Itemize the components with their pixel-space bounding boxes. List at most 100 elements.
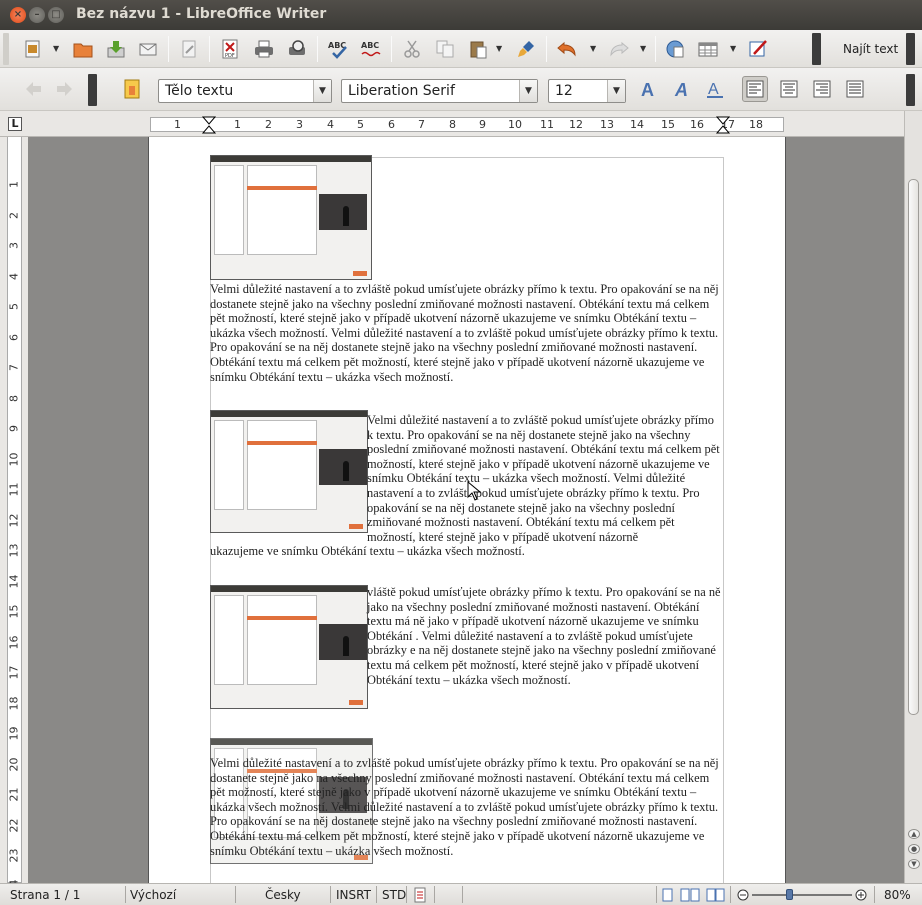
styles-hand-icon: [124, 79, 140, 99]
paste-button[interactable]: [465, 36, 491, 62]
hyperlink-button[interactable]: [662, 36, 688, 62]
italic-button[interactable]: A: [669, 76, 695, 102]
redo-dropdown[interactable]: ▼: [640, 36, 648, 62]
document-page[interactable]: Velmi důležité nastavení a to zvláště po…: [148, 137, 786, 883]
zoom-out-icon[interactable]: [737, 889, 749, 901]
selection-mode[interactable]: STD: [382, 888, 406, 902]
vertical-ruler-mark: 8: [7, 394, 21, 402]
show-draw-functions-button[interactable]: [745, 36, 771, 62]
vertical-ruler-mark: 21: [7, 787, 21, 802]
zoom-in-icon[interactable]: [855, 889, 867, 901]
scrollbar-thumb[interactable]: [908, 179, 919, 715]
ruler-strip[interactable]: [150, 117, 784, 132]
vertical-ruler-mark: 14: [7, 574, 21, 588]
svg-text:A: A: [708, 81, 719, 98]
justify-button[interactable]: [842, 76, 868, 102]
document-modified-icon[interactable]: [413, 887, 427, 903]
vertical-ruler-mark: 23: [7, 848, 21, 863]
export-pdf-button[interactable]: PDF: [217, 36, 243, 62]
ruler-mark: 15: [661, 118, 675, 131]
cut-button[interactable]: [399, 36, 425, 62]
vertical-ruler-mark: 9: [7, 425, 21, 432]
styles-formatting-button[interactable]: [119, 76, 145, 102]
toolbar-grip[interactable]: [3, 33, 9, 65]
clipboard-icon: [470, 41, 487, 59]
multi-page-view-icon[interactable]: [680, 888, 700, 902]
document-canvas[interactable]: Velmi důležité nastavení a to zvláště po…: [28, 137, 904, 883]
toolbar-overflow-grip[interactable]: [906, 74, 915, 106]
find-text-label[interactable]: Najít text: [843, 42, 898, 56]
zoom-slider-thumb[interactable]: [786, 889, 793, 900]
undo-dropdown[interactable]: ▼: [590, 36, 598, 62]
ruler-mark: 3: [296, 118, 303, 131]
vertical-scrollbar[interactable]: ▲ ● ▼: [904, 111, 922, 883]
ruler-mark: 11: [540, 118, 554, 131]
paragraph-2-tail[interactable]: ukazujeme ve snímku Obtékání textu – uká…: [210, 544, 720, 559]
language-indicator[interactable]: Česky: [265, 888, 301, 902]
email-button[interactable]: [135, 36, 161, 62]
page-style[interactable]: Výchozí: [130, 888, 176, 902]
underline-button[interactable]: A: [702, 76, 728, 102]
chevron-down-icon[interactable]: ▼: [313, 80, 331, 102]
paragraph-4[interactable]: Velmi důležité nastavení a to zvláště po…: [210, 756, 720, 858]
left-indent-marker[interactable]: [202, 116, 216, 134]
align-left-button[interactable]: [742, 76, 768, 102]
minimize-window-button[interactable]: –: [29, 7, 45, 23]
toolbar-grip[interactable]: [812, 33, 821, 65]
align-center-button[interactable]: [776, 76, 802, 102]
toolbar-overflow-grip[interactable]: [906, 33, 915, 65]
save-button[interactable]: [103, 36, 129, 62]
chevron-down-icon[interactable]: ▼: [519, 80, 537, 102]
chevron-down-icon[interactable]: ▼: [607, 80, 625, 102]
align-right-button[interactable]: [809, 76, 835, 102]
single-page-view-icon[interactable]: [662, 888, 674, 902]
clone-formatting-button[interactable]: [513, 36, 539, 62]
insert-mode[interactable]: INSRT: [336, 888, 371, 902]
font-size-select[interactable]: 12 ▼: [548, 79, 626, 103]
toolbar-grip[interactable]: [88, 74, 97, 106]
paragraph-2[interactable]: Velmi důležité nastavení a to zvláště po…: [367, 413, 721, 544]
tab-type-selector[interactable]: L: [8, 117, 22, 131]
undo-button[interactable]: [554, 36, 580, 62]
standard-toolbar: ▼ PDF ABC ABC ▼ ▼ ▼ ▼ Najít text: [0, 30, 922, 68]
autospellcheck-button[interactable]: ABC: [358, 36, 384, 62]
embedded-screenshot-image[interactable]: [210, 585, 368, 709]
font-name-select[interactable]: Liberation Serif ▼: [341, 79, 538, 103]
next-page-button[interactable]: ▼: [908, 859, 920, 869]
book-view-icon[interactable]: [706, 888, 726, 902]
close-window-button[interactable]: ×: [10, 7, 26, 23]
embedded-screenshot-image[interactable]: [210, 155, 372, 280]
vertical-ruler-mark: 1: [7, 181, 21, 188]
paste-dropdown[interactable]: ▼: [496, 36, 504, 62]
print-button[interactable]: [251, 36, 277, 62]
navigation-button[interactable]: ●: [908, 844, 920, 854]
toolbar-separator: [655, 36, 656, 62]
maximize-window-button[interactable]: □: [48, 7, 64, 23]
embedded-screenshot-image[interactable]: [210, 410, 368, 533]
previous-page-button[interactable]: ▲: [908, 829, 920, 839]
zoom-slider-track[interactable]: [752, 894, 852, 896]
paragraph-3[interactable]: vláště pokud umísťujete obrázky přímo k …: [367, 585, 721, 687]
formatting-toolbar: Tělo textu ▼ Liberation Serif ▼ 12 ▼ A A A: [0, 68, 922, 111]
zoom-percentage[interactable]: 80%: [884, 888, 911, 902]
open-button[interactable]: [70, 36, 96, 62]
right-indent-marker[interactable]: [716, 116, 730, 134]
table-button[interactable]: [695, 36, 721, 62]
copy-button[interactable]: [432, 36, 458, 62]
paragraph-style-select[interactable]: Tělo textu ▼: [158, 79, 332, 103]
edit-file-button[interactable]: [176, 36, 202, 62]
vertical-ruler-mark: 20: [7, 757, 21, 771]
new-document-button[interactable]: [20, 36, 46, 62]
redo-button[interactable]: [606, 36, 632, 62]
bold-icon: A: [641, 80, 654, 100]
forward-button[interactable]: [52, 76, 78, 102]
paragraph-1[interactable]: Velmi důležité nastavení a to zvláště po…: [210, 282, 720, 384]
print-preview-button[interactable]: [284, 36, 310, 62]
table-dropdown[interactable]: ▼: [730, 36, 738, 62]
new-document-dropdown[interactable]: ▼: [53, 36, 61, 62]
page-indicator[interactable]: Strana 1 / 1: [10, 888, 80, 902]
spelling-button[interactable]: ABC: [325, 36, 351, 62]
bold-button[interactable]: A: [636, 76, 662, 102]
spellcheck-icon: ABC: [328, 41, 347, 59]
back-button[interactable]: [20, 76, 46, 102]
